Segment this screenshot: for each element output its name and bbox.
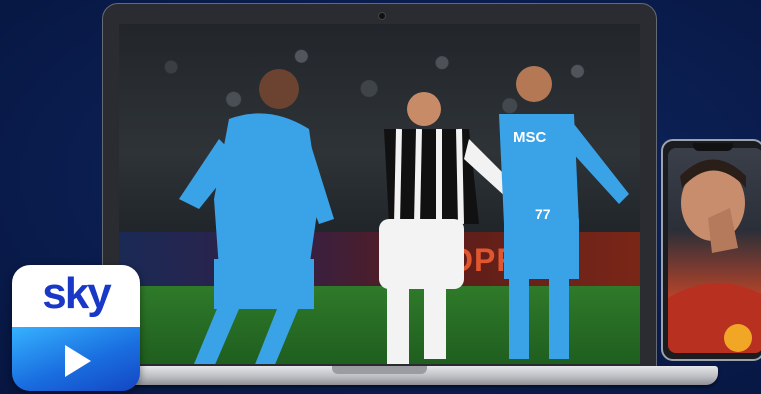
player-left <box>179 69 334 364</box>
shirt-sponsor: MSC <box>513 129 547 146</box>
laptop-screen: COPRI D MSC 77 <box>119 24 640 364</box>
phone-screen <box>668 148 761 353</box>
sky-logo-top: sky <box>12 265 140 327</box>
camera-icon <box>378 12 386 20</box>
player-right <box>499 66 629 359</box>
shirt-number: 77 <box>535 206 551 222</box>
phone-notch <box>693 143 733 151</box>
sky-go-app-icon[interactable]: sky <box>12 265 140 391</box>
laptop-notch <box>332 366 427 374</box>
smartphone-device <box>661 139 761 361</box>
laptop-device: COPRI D MSC 77 <box>102 3 657 369</box>
play-icon[interactable] <box>65 345 91 377</box>
sky-wordmark: sky <box>42 269 111 318</box>
phone-player-image <box>668 159 761 353</box>
